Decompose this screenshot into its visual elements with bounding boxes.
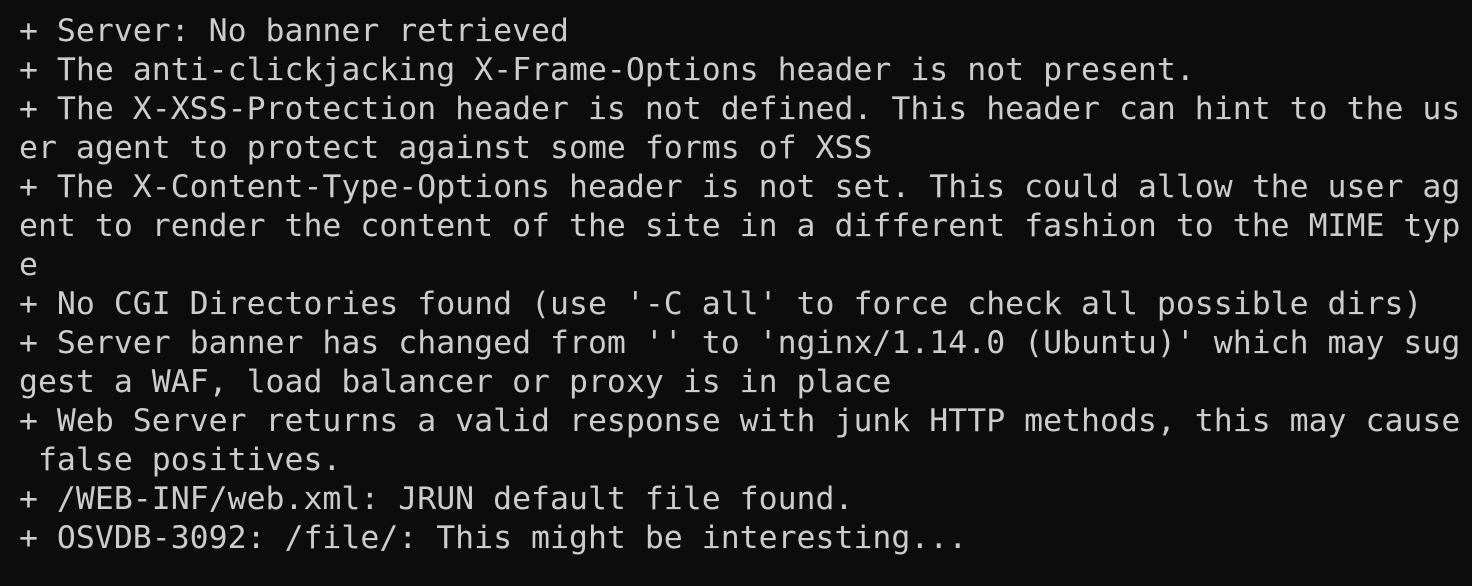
- terminal-line: + Web Server returns a valid response wi…: [19, 403, 1461, 439]
- terminal-line: + /WEB-INF/web.xml: JRUN default file fo…: [19, 481, 854, 517]
- terminal-output[interactable]: + Server: No banner retrieved + The anti…: [0, 0, 1472, 586]
- terminal-line: + The anti-clickjacking X-Frame-Options …: [19, 52, 1195, 88]
- terminal-line: + OSVDB-3092: /file/: This might be inte…: [19, 520, 968, 556]
- terminal-line: + No CGI Directories found (use '-C all'…: [19, 286, 1423, 322]
- terminal-line: + The X-XSS-Protection header is not def…: [19, 91, 1461, 127]
- terminal-line: e: [19, 247, 38, 283]
- terminal-line: ent to render the content of the site in…: [19, 208, 1461, 244]
- terminal-line: + The X-Content-Type-Options header is n…: [19, 169, 1461, 205]
- terminal-line: gest a WAF, load balancer or proxy is in…: [19, 364, 892, 400]
- terminal-line: + Server: No banner retrieved: [19, 13, 569, 49]
- terminal-line: + Server banner has changed from '' to '…: [19, 325, 1461, 361]
- terminal-line: er agent to protect against some forms o…: [19, 130, 873, 166]
- terminal-line: false positives.: [19, 442, 342, 478]
